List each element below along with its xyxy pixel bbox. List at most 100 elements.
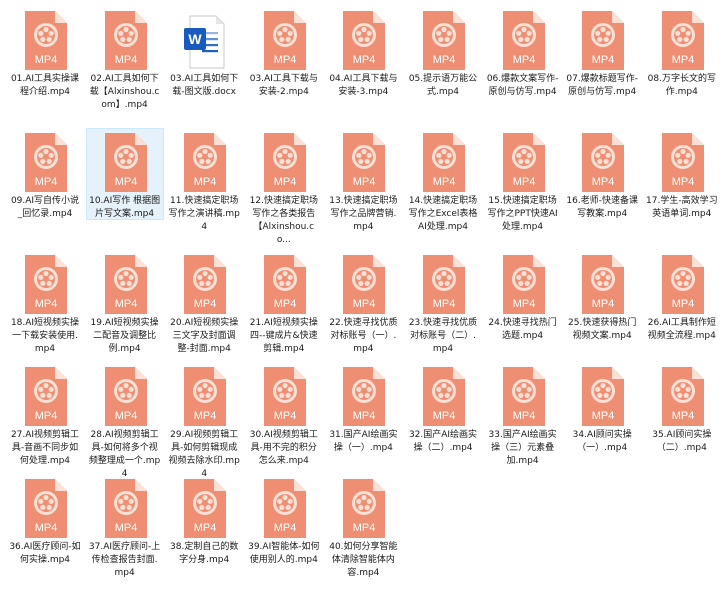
mp4-icon-text: MP4 bbox=[35, 522, 58, 534]
file-item[interactable]: MP4 13.快速搞定职场写作之品牌营销.mp4 bbox=[324, 128, 402, 240]
file-item[interactable]: MP4 04.AI工具下载与安装-3.mp4 bbox=[324, 6, 402, 118]
mp4-icon: MP4 bbox=[499, 366, 547, 428]
mp4-icon: MP4 bbox=[260, 10, 308, 72]
file-item[interactable]: MP4 17.学生-高效学习英语单词.mp4 bbox=[643, 128, 720, 240]
file-item[interactable]: MP4 20.AI短视频实操三文字及封面调整-封面.mp4 bbox=[165, 250, 243, 362]
mp4-icon: MP4 bbox=[101, 478, 149, 540]
file-item[interactable]: MP4 19.AI短视频实操二配音及调整比例.mp4 bbox=[86, 250, 164, 362]
file-item[interactable]: MP4 36.AI医疗顾问-如何实操.mp4 bbox=[6, 474, 84, 586]
file-item[interactable]: MP4 38.定制自己的数字分身.mp4 bbox=[165, 474, 243, 586]
mp4-icon-text: MP4 bbox=[592, 54, 615, 66]
file-item[interactable]: MP4 28.AI视频剪辑工具-如何将多个视频整理成一个.mp4 bbox=[86, 362, 164, 479]
mp4-icon-text: MP4 bbox=[194, 176, 217, 188]
mp4-icon: MP4 bbox=[339, 10, 387, 72]
file-item[interactable]: MP4 12.快速搞定职场写作之各类报告【Alxinshou.co... bbox=[245, 128, 323, 245]
mp4-icon-text: MP4 bbox=[194, 298, 217, 310]
mp4-icon-text: MP4 bbox=[114, 522, 137, 534]
file-item[interactable]: MP4 35.AI顾问实操（二）.mp4 bbox=[643, 362, 720, 474]
file-name: 40.如何分享智能体清除智能体内容.mp4 bbox=[329, 542, 398, 578]
file-item[interactable]: MP4 02.AI工具如何下载【Alxinshou.com】.mp4 bbox=[86, 6, 164, 118]
mp4-icon: MP4 bbox=[260, 254, 308, 316]
mp4-icon: MP4 bbox=[21, 366, 69, 428]
file-item[interactable]: MP4 27.AI视频剪辑工具-音画不同步如何处理.mp4 bbox=[6, 362, 84, 474]
file-name: 05.提示语万能公式.mp4 bbox=[408, 74, 478, 97]
file-name: 37.AI医疗顾问-上传检查报告封面.mp4 bbox=[88, 542, 161, 578]
mp4-icon-text: MP4 bbox=[433, 410, 456, 422]
file-item[interactable]: MP4 05.提示语万能公式.mp4 bbox=[404, 6, 482, 118]
file-name: 11.快速搞定职场写作之演讲稿.mp4 bbox=[168, 196, 240, 232]
file-name: 19.AI短视频实操二配音及调整比例.mp4 bbox=[90, 318, 159, 354]
mp4-icon: MP4 bbox=[21, 10, 69, 72]
file-name: 01.AI工具实操课程介绍.mp4 bbox=[10, 74, 80, 97]
mp4-icon-text: MP4 bbox=[194, 522, 217, 534]
file-name: 25.快速获得热门视频文案.mp4 bbox=[568, 318, 637, 341]
mp4-icon-text: MP4 bbox=[433, 54, 456, 66]
mp4-icon-text: MP4 bbox=[671, 54, 694, 66]
mp4-icon-text: MP4 bbox=[512, 298, 535, 310]
file-name: 23.快速寻找优质对标账号（二）.mp4 bbox=[408, 318, 478, 354]
mp4-icon: MP4 bbox=[339, 478, 387, 540]
mp4-icon-text: MP4 bbox=[353, 176, 376, 188]
mp4-icon: MP4 bbox=[180, 478, 228, 540]
file-item[interactable]: W 03.AI工具如何下载-图文版.docx bbox=[165, 6, 243, 118]
mp4-icon: MP4 bbox=[578, 132, 626, 194]
file-name: 21.AI短视频实操四--键成片&快速剪辑.mp4 bbox=[249, 318, 318, 354]
mp4-icon-text: MP4 bbox=[35, 410, 58, 422]
file-item[interactable]: MP4 37.AI医疗顾问-上传检查报告封面.mp4 bbox=[86, 474, 164, 586]
file-item[interactable]: MP4 18.AI短视频实操一下载安装使用.mp4 bbox=[6, 250, 84, 362]
mp4-icon: MP4 bbox=[578, 366, 626, 428]
word-icon: W bbox=[180, 10, 228, 72]
file-name: 33.国产AI绘画实操（三）元素叠加.mp4 bbox=[488, 430, 557, 466]
file-item[interactable]: MP4 25.快速获得热门视频文案.mp4 bbox=[563, 250, 641, 362]
file-item[interactable]: MP4 21.AI短视频实操四--键成片&快速剪辑.mp4 bbox=[245, 250, 323, 362]
file-name: 18.AI短视频实操一下载安装使用.mp4 bbox=[10, 318, 80, 354]
file-item[interactable]: MP4 10.AI写作 根据图片写文案.mp4 bbox=[85, 128, 164, 220]
file-name: 30.AI视频剪辑工具-用不完的积分怎么来.mp4 bbox=[249, 430, 318, 466]
file-item[interactable]: MP4 08.万字长文的写作.mp4 bbox=[643, 6, 720, 118]
file-item[interactable]: MP4 23.快速寻找优质对标账号（二）.mp4 bbox=[404, 250, 482, 362]
file-name: 06.爆款文案写作-原创与仿写.mp4 bbox=[486, 74, 559, 97]
mp4-icon-text: MP4 bbox=[671, 176, 694, 188]
file-item[interactable]: MP4 06.爆款文案写作-原创与仿写.mp4 bbox=[484, 6, 562, 118]
file-name: 08.万字长文的写作.mp4 bbox=[647, 74, 716, 97]
mp4-icon: MP4 bbox=[180, 366, 228, 428]
file-item[interactable]: MP4 34.AI顾问实操（一）.mp4 bbox=[563, 362, 641, 474]
mp4-icon: MP4 bbox=[419, 254, 467, 316]
mp4-icon: MP4 bbox=[21, 132, 69, 194]
file-grid: MP4 01.AI工具实操课程介绍.mp4 MP4 02.AI工具如何下载【Alxin… bbox=[0, 0, 720, 613]
mp4-icon-text: MP4 bbox=[273, 298, 296, 310]
file-item[interactable]: MP4 03.AI工具下载与安装-2.mp4 bbox=[245, 6, 323, 118]
file-item[interactable]: MP4 15.快速搞定职场写作之PPT快速AI处理.mp4 bbox=[484, 128, 562, 240]
file-item[interactable]: MP4 40.如何分享智能体清除智能体内容.mp4 bbox=[324, 474, 402, 586]
mp4-icon-text: MP4 bbox=[273, 410, 296, 422]
file-item[interactable]: MP4 33.国产AI绘画实操（三）元素叠加.mp4 bbox=[484, 362, 562, 474]
file-item[interactable]: MP4 39.AI智能体-如何使用别人的.mp4 bbox=[245, 474, 323, 586]
file-item[interactable]: MP4 26.AI工具制作短视频全流程.mp4 bbox=[643, 250, 720, 362]
file-name: 31.国产AI绘画实操（一）.mp4 bbox=[329, 430, 398, 453]
file-item[interactable]: MP4 11.快速搞定职场写作之演讲稿.mp4 bbox=[165, 128, 243, 240]
mp4-icon-text: MP4 bbox=[671, 298, 694, 310]
mp4-icon-text: MP4 bbox=[353, 522, 376, 534]
file-item[interactable]: MP4 30.AI视频剪辑工具-用不完的积分怎么来.mp4 bbox=[245, 362, 323, 474]
mp4-icon-text: MP4 bbox=[114, 176, 137, 188]
file-name: 20.AI短视频实操三文字及封面调整-封面.mp4 bbox=[170, 318, 239, 354]
file-item[interactable]: MP4 31.国产AI绘画实操（一）.mp4 bbox=[324, 362, 402, 474]
file-item[interactable]: MP4 22.快速寻找优质对标账号（一）.mp4 bbox=[324, 250, 402, 362]
mp4-icon-text: MP4 bbox=[194, 410, 217, 422]
file-item[interactable]: MP4 09.AI写自传小说_回忆录.mp4 bbox=[6, 128, 84, 240]
mp4-icon: MP4 bbox=[101, 366, 149, 428]
file-item[interactable]: MP4 16.老师-快速备课写教案.mp4 bbox=[563, 128, 641, 240]
file-item[interactable]: MP4 07.爆款标题写作-原创与仿写.mp4 bbox=[563, 6, 641, 118]
file-name: 09.AI写自传小说_回忆录.mp4 bbox=[10, 196, 80, 219]
mp4-icon-text: MP4 bbox=[433, 298, 456, 310]
mp4-icon-text: MP4 bbox=[592, 410, 615, 422]
file-item[interactable]: MP4 01.AI工具实操课程介绍.mp4 bbox=[6, 6, 84, 118]
file-name: 03.AI工具如何下载-图文版.docx bbox=[170, 74, 239, 97]
mp4-icon: MP4 bbox=[339, 366, 387, 428]
file-item[interactable]: MP4 24.快速寻找热门选题.mp4 bbox=[484, 250, 562, 362]
file-item[interactable]: MP4 32.国产AI绘画实操（二）.mp4 bbox=[404, 362, 482, 474]
mp4-icon: MP4 bbox=[101, 10, 149, 72]
file-item[interactable]: MP4 14.快速搞定职场写作之Excel表格AI处理.mp4 bbox=[404, 128, 482, 240]
file-item[interactable]: MP4 29.AI视频剪辑工具-如何剪辑现成视频去除水印.mp4 bbox=[165, 362, 243, 479]
file-name: 26.AI工具制作短视频全流程.mp4 bbox=[647, 318, 716, 341]
